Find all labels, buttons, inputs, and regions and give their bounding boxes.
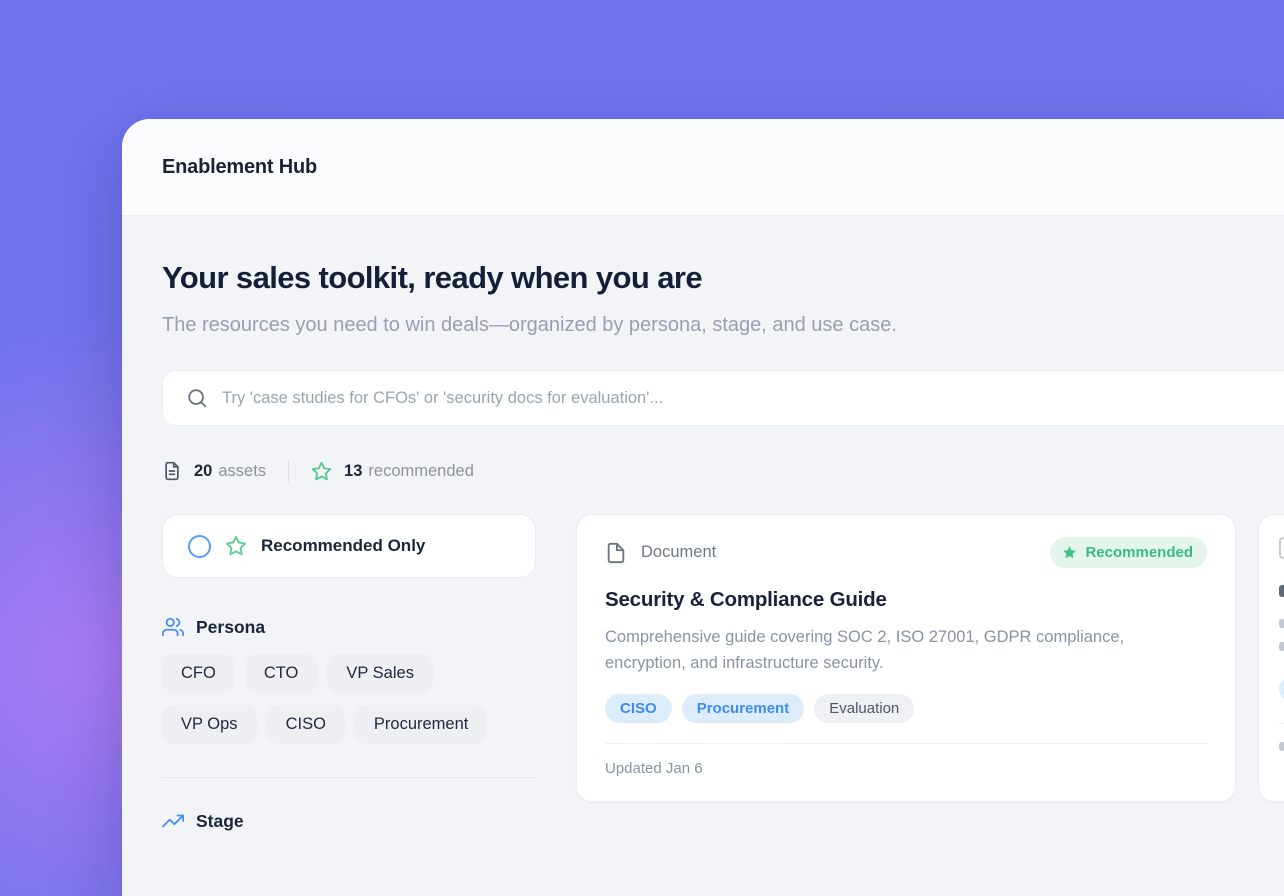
persona-chip-cto[interactable]: CTO <box>245 654 318 693</box>
radio-unchecked-icon <box>188 535 211 558</box>
asset-tags: CISO Procurement Evaluation <box>605 694 1207 723</box>
partial-tag <box>1279 677 1284 701</box>
partial-type-icon <box>1279 537 1284 559</box>
main-content: Your sales toolkit, ready when you are T… <box>122 216 1284 832</box>
assets-count: 20 <box>194 462 212 481</box>
filter-sidebar: Recommended Only Persona CFO CTO VP Sale… <box>162 514 536 832</box>
stage-section-header: Stage <box>162 810 536 832</box>
recommended-only-label: Recommended Only <box>261 536 425 556</box>
star-icon <box>225 535 247 557</box>
recommended-label: recommended <box>368 462 473 481</box>
asset-type-label: Document <box>641 543 716 562</box>
persona-chips: CFO CTO VP Sales VP Ops CISO Procurement <box>162 654 532 744</box>
users-icon <box>162 616 184 638</box>
search-icon <box>186 387 208 409</box>
card-divider <box>605 743 1207 744</box>
tag-ciso: CISO <box>605 694 672 723</box>
persona-section-header: Persona <box>162 616 536 638</box>
app-title: Enablement Hub <box>162 156 317 179</box>
recommended-star-icon <box>311 461 332 482</box>
assets-label: assets <box>218 462 266 481</box>
file-icon <box>605 542 627 564</box>
enablement-hub-window: Enablement Hub Your sales toolkit, ready… <box>122 119 1284 896</box>
persona-chip-procurement[interactable]: Procurement <box>355 705 487 744</box>
badge-star-icon <box>1062 545 1077 560</box>
recommended-count: 13 <box>344 462 362 481</box>
persona-chip-ciso[interactable]: CISO <box>267 705 345 744</box>
content-row: Recommended Only Persona CFO CTO VP Sale… <box>162 514 1284 832</box>
tag-procurement: Procurement <box>682 694 805 723</box>
badge-label: Recommended <box>1085 544 1193 561</box>
asset-card-security-compliance-guide[interactable]: Document Recommended Security & Complian… <box>576 514 1236 802</box>
stage-label: Stage <box>196 811 244 832</box>
asset-cards: Document Recommended Security & Complian… <box>576 514 1284 802</box>
partial-desc-line <box>1279 642 1284 651</box>
persona-chip-vp-sales[interactable]: VP Sales <box>327 654 433 693</box>
partial-divider <box>1279 723 1284 724</box>
trending-up-icon <box>162 810 184 832</box>
app-header: Enablement Hub <box>122 119 1284 216</box>
asset-description: Comprehensive guide covering SOC 2, ISO … <box>605 624 1190 676</box>
recommended-only-toggle[interactable]: Recommended Only <box>162 514 536 578</box>
card-header: Document Recommended <box>605 537 1207 568</box>
search-input[interactable] <box>222 371 1284 425</box>
persona-chip-vp-ops[interactable]: VP Ops <box>162 705 257 744</box>
page-title: Your sales toolkit, ready when you are <box>162 260 1284 296</box>
search-bar[interactable] <box>162 370 1284 426</box>
sidebar-divider <box>162 777 536 778</box>
page-subtitle: The resources you need to win deals—orga… <box>162 310 972 340</box>
persona-chip-cfo[interactable]: CFO <box>162 654 235 693</box>
stats-divider <box>288 460 289 482</box>
persona-label: Persona <box>196 617 265 638</box>
document-count-icon <box>162 461 182 481</box>
partial-desc-line <box>1279 619 1284 628</box>
asset-title: Security & Compliance Guide <box>605 588 1207 612</box>
tag-evaluation: Evaluation <box>814 694 914 723</box>
partial-title-line <box>1279 585 1284 597</box>
recommended-badge: Recommended <box>1050 537 1207 568</box>
stats-row: 20 assets 13 recommended <box>162 460 1284 482</box>
partial-footer-line <box>1279 742 1284 751</box>
asset-updated: Updated Jan 6 <box>605 760 1207 777</box>
asset-card-partial[interactable] <box>1258 514 1284 802</box>
